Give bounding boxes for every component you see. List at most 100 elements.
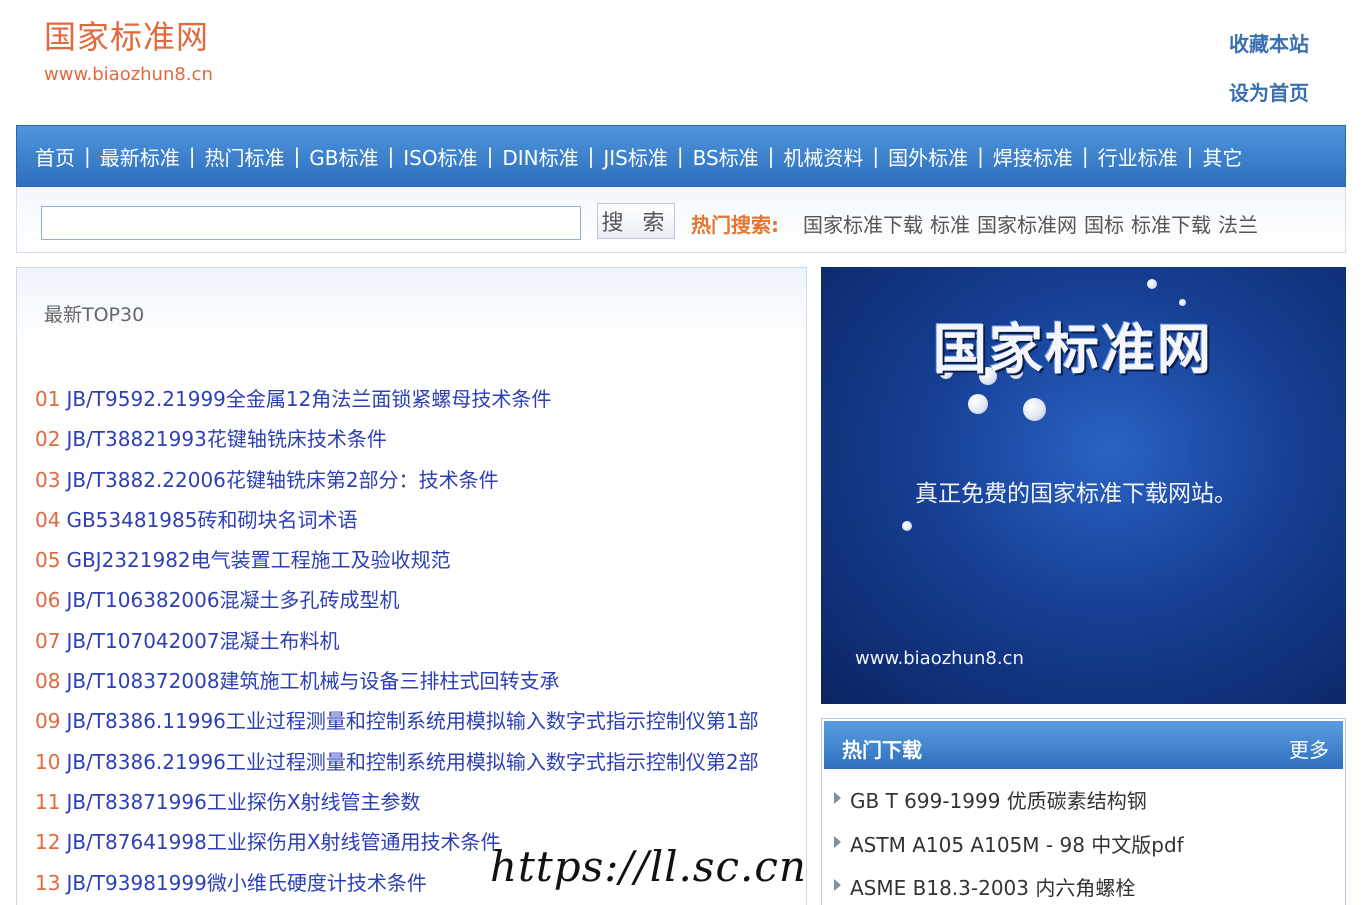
hot-keyword-link[interactable]: 国标 (1084, 209, 1124, 238)
nav-separator: | (188, 144, 196, 168)
rank-number: 06 (35, 588, 61, 613)
search-button[interactable]: 搜 索 (597, 203, 675, 239)
main-nav: 首页 | 最新标准 | 热门标准 | GB标准 | ISO标准 | DIN标准 … (16, 125, 1346, 187)
standard-link[interactable]: JB/T3882.22006花键轴铣床第2部分：技术条件 (66, 468, 498, 492)
nav-separator: | (767, 144, 775, 168)
site-logo-title[interactable]: 国家标准网 (44, 12, 209, 58)
rank-number: 08 (35, 669, 61, 694)
rank-number: 04 (35, 507, 61, 532)
download-link[interactable]: GB T 699-1999 优质碳素结构钢 (850, 785, 1147, 814)
nav-separator: | (486, 144, 494, 168)
rank-number: 02 (35, 427, 61, 452)
banner-url: www.biaozhun8.cn (855, 648, 1024, 669)
banner-title: 国家标准网 (933, 318, 1213, 381)
more-link[interactable]: 更多 (1289, 734, 1329, 763)
rank-number: 09 (35, 709, 61, 734)
rank-number: 05 (35, 548, 61, 573)
nav-item-iso[interactable]: ISO标准 (403, 142, 477, 171)
nav-separator: | (977, 144, 984, 168)
rank-number: 07 (35, 628, 61, 653)
nav-item-latest[interactable]: 最新标准 (100, 142, 180, 171)
list-item: 09 JB/T8386.11996工业过程测量和控制系统用模拟输入数字式指示控制仪… (35, 705, 759, 745)
list-item: ASTM A105 A105M - 98 中文版pdf (834, 829, 1184, 873)
decorative-bubble (1147, 279, 1157, 289)
panel-title: 最新TOP30 (44, 304, 145, 326)
rank-number: 12 (35, 830, 61, 855)
nav-item-other[interactable]: 其它 (1202, 142, 1242, 171)
nav-separator: | (587, 144, 595, 168)
hot-keyword-link[interactable]: 国家标准网 (977, 209, 1077, 238)
site-logo-url: www.biaozhun8.cn (44, 64, 213, 85)
nav-item-industry[interactable]: 行业标准 (1098, 142, 1178, 171)
nav-separator: | (84, 144, 91, 168)
standard-link[interactable]: JB/T108372008建筑施工机械与设备三排柱式回转支承 (66, 669, 559, 693)
search-bar: 搜 索 热门搜索: 国家标准下载 标准 国家标准网 国标 标准下载 法兰 (16, 187, 1346, 253)
standard-link[interactable]: JB/T106382006混凝土多孔砖成型机 (66, 588, 399, 612)
list-item: 06 JB/T106382006混凝土多孔砖成型机 (35, 584, 759, 624)
list-item: 01 JB/T9592.21999全金属12角法兰面锁紧螺母技术条件 (35, 383, 759, 423)
standard-link[interactable]: JB/T87641998工业探伤用X射线管通用技术条件 (66, 830, 500, 854)
standard-link[interactable]: JB/T93981999微小维氏硬度计技术条件 (66, 871, 426, 895)
rank-number: 10 (35, 749, 61, 774)
nav-item-din[interactable]: DIN标准 (502, 142, 578, 171)
nav-item-popular[interactable]: 热门标准 (205, 142, 285, 171)
list-item: 07 JB/T107042007混凝土布料机 (35, 625, 759, 665)
rank-number: 03 (35, 467, 61, 492)
hot-downloads-header: 热门下载 更多 (824, 721, 1343, 769)
bookmark-link[interactable]: 收藏本站 (1229, 28, 1309, 57)
standard-link[interactable]: JB/T9592.21999全金属12角法兰面锁紧螺母技术条件 (66, 387, 551, 411)
search-input[interactable] (41, 206, 581, 240)
set-homepage-link[interactable]: 设为首页 (1229, 77, 1309, 106)
rank-number: 13 (35, 870, 61, 895)
hot-downloads-list: GB T 699-1999 优质碳素结构钢 ASTM A105 A105M - … (834, 785, 1184, 905)
triangle-right-icon (834, 879, 841, 891)
nav-item-jis[interactable]: JIS标准 (603, 142, 668, 171)
top30-list: 01 JB/T9592.21999全金属12角法兰面锁紧螺母技术条件 02 JB/T… (35, 383, 759, 905)
nav-item-gb[interactable]: GB标准 (309, 142, 378, 171)
standard-link[interactable]: JB/T83871996工业探伤X射线管主参数 (66, 790, 420, 814)
standard-link[interactable]: JB/T8386.11996工业过程测量和控制系统用模拟输入数字式指示控制仪第1… (66, 709, 758, 733)
list-item: ASME B18.3-2003 内六角螺栓 (834, 872, 1184, 905)
nav-separator: | (293, 144, 301, 168)
rank-number: 01 (35, 387, 61, 411)
standard-link[interactable]: JB/T38821993花键轴铣床技术条件 (66, 427, 386, 451)
nav-separator: | (387, 144, 395, 168)
triangle-right-icon (834, 792, 841, 804)
list-item: 04 GB53481985砖和砌块名词术语 (35, 504, 759, 544)
banner-subtitle: 真正免费的国家标准下载网站。 (915, 481, 1237, 507)
nav-separator: | (872, 144, 880, 168)
decorative-bubble (902, 521, 912, 531)
latest-top30-panel: 最新TOP30 01 JB/T9592.21999全金属12角法兰面锁紧螺母技术条… (16, 267, 807, 905)
triangle-right-icon (834, 835, 841, 848)
nav-separator: | (676, 144, 684, 168)
list-item: GB T 699-1999 优质碳素结构钢 (834, 785, 1184, 829)
download-link[interactable]: ASTM A105 A105M - 98 中文版pdf (850, 829, 1184, 858)
nav-item-machinery[interactable]: 机械资料 (783, 142, 863, 171)
hot-search-keywords: 国家标准下载 标准 国家标准网 国标 标准下载 法兰 (803, 209, 1258, 238)
hot-keyword-link[interactable]: 标准下载 (1131, 209, 1211, 238)
hot-keyword-link[interactable]: 国家标准下载 (803, 209, 923, 238)
decorative-bubble (1023, 398, 1046, 421)
nav-separator: | (1081, 144, 1089, 168)
list-item: 10 JB/T8386.21996工业过程测量和控制系统用模拟输入数字式指示控制仪… (35, 746, 759, 786)
nav-item-foreign[interactable]: 国外标准 (888, 142, 968, 171)
standard-link[interactable]: JB/T8386.21996工业过程测量和控制系统用模拟输入数字式指示控制仪第2… (66, 750, 758, 774)
list-item: 03 JB/T3882.22006花键轴铣床第2部分：技术条件 (35, 464, 759, 504)
standard-link[interactable]: JB/T107042007混凝土布料机 (66, 629, 339, 653)
nav-item-home[interactable]: 首页 (35, 142, 75, 171)
download-link[interactable]: ASME B18.3-2003 内六角螺栓 (850, 872, 1135, 901)
rank-number: 11 (35, 789, 61, 814)
handwritten-watermark: https://ll.sc.cn (490, 842, 807, 891)
hot-keyword-link[interactable]: 法兰 (1218, 209, 1258, 238)
nav-item-welding[interactable]: 焊接标准 (993, 142, 1073, 171)
hot-search-label: 热门搜索: (691, 213, 779, 237)
site-banner[interactable]: 国家标准网 真正免费的国家标准下载网站。 www.biaozhun8.cn (821, 267, 1346, 704)
hot-keyword-link[interactable]: 标准 (930, 209, 970, 238)
standard-link[interactable]: GBJ2321982电气装置工程施工及验收规范 (66, 548, 450, 572)
list-item: 11 JB/T83871996工业探伤X射线管主参数 (35, 786, 759, 826)
hot-downloads-panel: 热门下载 更多 GB T 699-1999 优质碳素结构钢 ASTM A105 … (821, 718, 1346, 905)
nav-item-bs[interactable]: BS标准 (693, 142, 759, 171)
standard-link[interactable]: GB53481985砖和砌块名词术语 (66, 508, 357, 532)
hot-downloads-title: 热门下载 (842, 738, 922, 762)
list-item: 02 JB/T38821993花键轴铣床技术条件 (35, 423, 759, 463)
